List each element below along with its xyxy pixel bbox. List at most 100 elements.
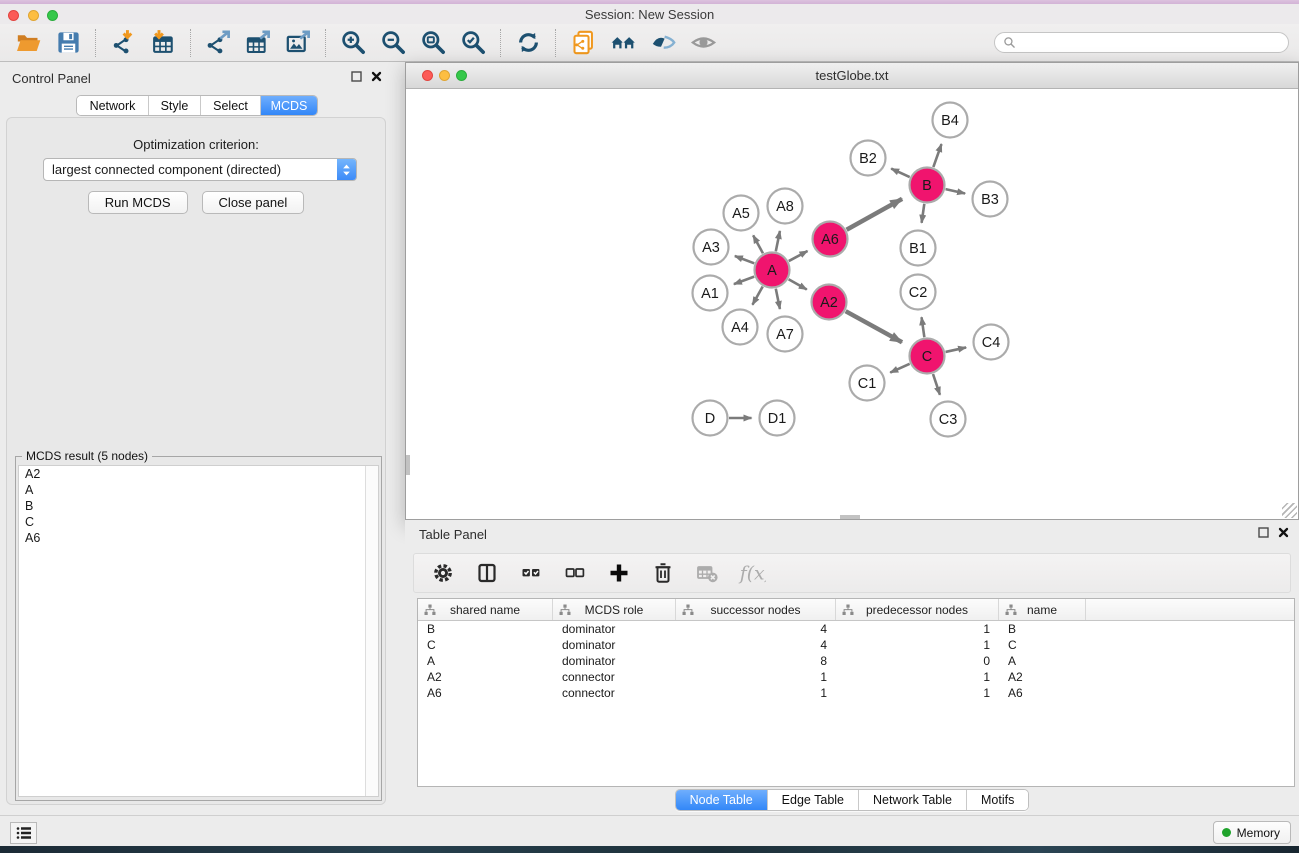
hide-graphics-details-icon[interactable]: [643, 27, 683, 59]
close-panel-icon[interactable]: [1278, 527, 1289, 538]
vertical-scroll-thumb[interactable]: [406, 455, 410, 475]
table-row[interactable]: Cdominator41C: [418, 637, 1294, 653]
column-header-name[interactable]: name: [999, 599, 1086, 620]
network-window-title-bar[interactable]: testGlobe.txt: [406, 63, 1298, 89]
horizontal-scroll-thumb[interactable]: [840, 515, 860, 519]
mcds-result-item[interactable]: A: [19, 482, 378, 498]
table-row[interactable]: Adominator80A: [418, 653, 1294, 669]
graph-edge-A6-B[interactable]: [847, 199, 902, 230]
close-panel-button[interactable]: Close panel: [202, 191, 305, 214]
tab-mcds[interactable]: MCDS: [261, 96, 317, 115]
graph-node-A7[interactable]: A7: [768, 317, 803, 352]
zoom-fit-icon[interactable]: [413, 27, 453, 59]
graph-node-C1[interactable]: C1: [850, 366, 885, 401]
graph-edge-B-B3[interactable]: [946, 189, 966, 193]
graph-node-C4[interactable]: C4: [974, 325, 1009, 360]
search-input[interactable]: [1021, 36, 1280, 50]
graph-edge-C-C2[interactable]: [922, 317, 925, 337]
add-row-icon[interactable]: [604, 558, 634, 588]
delete-row-icon[interactable]: [648, 558, 678, 588]
tab-style[interactable]: Style: [149, 96, 201, 115]
show-panels-icon[interactable]: [603, 27, 643, 59]
graph-edge-C-C4[interactable]: [946, 347, 967, 351]
column-header-shared-name[interactable]: shared name: [418, 599, 553, 620]
tab-node-table[interactable]: Node Table: [676, 790, 768, 810]
graph-node-B1[interactable]: B1: [901, 231, 936, 266]
float-panel-icon[interactable]: [1258, 527, 1269, 538]
settings-gear-icon[interactable]: [428, 558, 458, 588]
table-row[interactable]: A2connector11A2: [418, 669, 1294, 685]
graph-node-A8[interactable]: A8: [768, 189, 803, 224]
graph-edge-C-C3[interactable]: [933, 374, 940, 395]
graph-node-A3[interactable]: A3: [694, 230, 729, 265]
float-panel-icon[interactable]: [351, 71, 362, 82]
result-list-scrollbar[interactable]: [365, 466, 378, 796]
column-header-MCDS-role[interactable]: MCDS role: [553, 599, 676, 620]
export-table-icon[interactable]: [238, 27, 278, 59]
save-icon[interactable]: [48, 27, 88, 59]
graph-node-B3[interactable]: B3: [973, 182, 1008, 217]
network-canvas[interactable]: B4 B2 B B3 A5 A8 A6 B1 A3 A C2 A1 A2 A4 A7 C4 C C1 C3 D D1: [406, 89, 1298, 519]
column-header-predecessor-nodes[interactable]: predecessor nodes: [836, 599, 999, 620]
import-table-icon[interactable]: [143, 27, 183, 59]
graph-edge-A-A1[interactable]: [734, 277, 754, 285]
graph-edge-A-A5[interactable]: [753, 235, 763, 253]
mcds-result-item[interactable]: B: [19, 498, 378, 514]
graph-edge-A-A6[interactable]: [789, 251, 808, 261]
tab-edge-table[interactable]: Edge Table: [768, 790, 859, 810]
select-all-icon[interactable]: [516, 558, 546, 588]
mcds-result-item[interactable]: C: [19, 514, 378, 530]
task-history-button[interactable]: [10, 822, 37, 844]
open-folder-icon[interactable]: [8, 27, 48, 59]
graph-node-B[interactable]: B: [910, 168, 945, 203]
graph-edge-A-A8[interactable]: [776, 231, 780, 251]
export-network-icon[interactable]: [198, 27, 238, 59]
graph-node-C2[interactable]: C2: [901, 275, 936, 310]
graph-edge-A-A3[interactable]: [735, 256, 754, 263]
graph-node-D1[interactable]: D1: [760, 401, 795, 436]
graph-edge-B-B4[interactable]: [933, 144, 941, 167]
graph-edge-A-A7[interactable]: [776, 289, 780, 309]
deselect-all-icon[interactable]: [560, 558, 590, 588]
graph-node-A4[interactable]: A4: [723, 310, 758, 345]
graph-edge-C-C1[interactable]: [890, 364, 909, 373]
tab-network[interactable]: Network: [77, 96, 149, 115]
mcds-result-item[interactable]: A6: [19, 530, 378, 546]
search-box[interactable]: [994, 32, 1289, 53]
tab-network-table[interactable]: Network Table: [859, 790, 967, 810]
column-header-successor-nodes[interactable]: successor nodes: [676, 599, 836, 620]
tab-motifs[interactable]: Motifs: [967, 790, 1028, 810]
graph-node-B2[interactable]: B2: [851, 141, 886, 176]
table-row[interactable]: A6connector11A6: [418, 685, 1294, 701]
run-mcds-button[interactable]: Run MCDS: [88, 191, 188, 214]
graph-edge-A-A4[interactable]: [752, 287, 762, 305]
graph-edge-A2-C[interactable]: [846, 311, 902, 342]
graph-edge-B-B2[interactable]: [891, 169, 910, 177]
graph-node-B4[interactable]: B4: [933, 103, 968, 138]
graph-node-A2[interactable]: A2: [812, 285, 847, 320]
graph-node-A5[interactable]: A5: [724, 196, 759, 231]
tab-select[interactable]: Select: [201, 96, 261, 115]
zoom-in-icon[interactable]: [333, 27, 373, 59]
graph-node-A6[interactable]: A6: [813, 222, 848, 257]
graph-node-C[interactable]: C: [910, 339, 945, 374]
graph-node-A1[interactable]: A1: [693, 276, 728, 311]
refresh-layout-icon[interactable]: [508, 27, 548, 59]
graph-node-A[interactable]: A: [755, 253, 790, 288]
criterion-select[interactable]: largest connected component (directed): [43, 158, 357, 181]
memory-button[interactable]: Memory: [1213, 821, 1291, 844]
resize-grip[interactable]: [1282, 503, 1297, 518]
graph-edge-B-B1[interactable]: [922, 204, 925, 223]
split-columns-icon[interactable]: [472, 558, 502, 588]
close-panel-icon[interactable]: [371, 71, 382, 82]
import-network-icon[interactable]: [103, 27, 143, 59]
clone-network-icon[interactable]: [563, 27, 603, 59]
graph-edge-A-A2[interactable]: [789, 279, 807, 289]
graph-node-D[interactable]: D: [693, 401, 728, 436]
zoom-out-icon[interactable]: [373, 27, 413, 59]
zoom-selected-icon[interactable]: [453, 27, 493, 59]
graph-node-C3[interactable]: C3: [931, 402, 966, 437]
export-image-icon[interactable]: [278, 27, 318, 59]
mcds-result-item[interactable]: A2: [19, 466, 378, 482]
table-row[interactable]: Bdominator41B: [418, 621, 1294, 637]
